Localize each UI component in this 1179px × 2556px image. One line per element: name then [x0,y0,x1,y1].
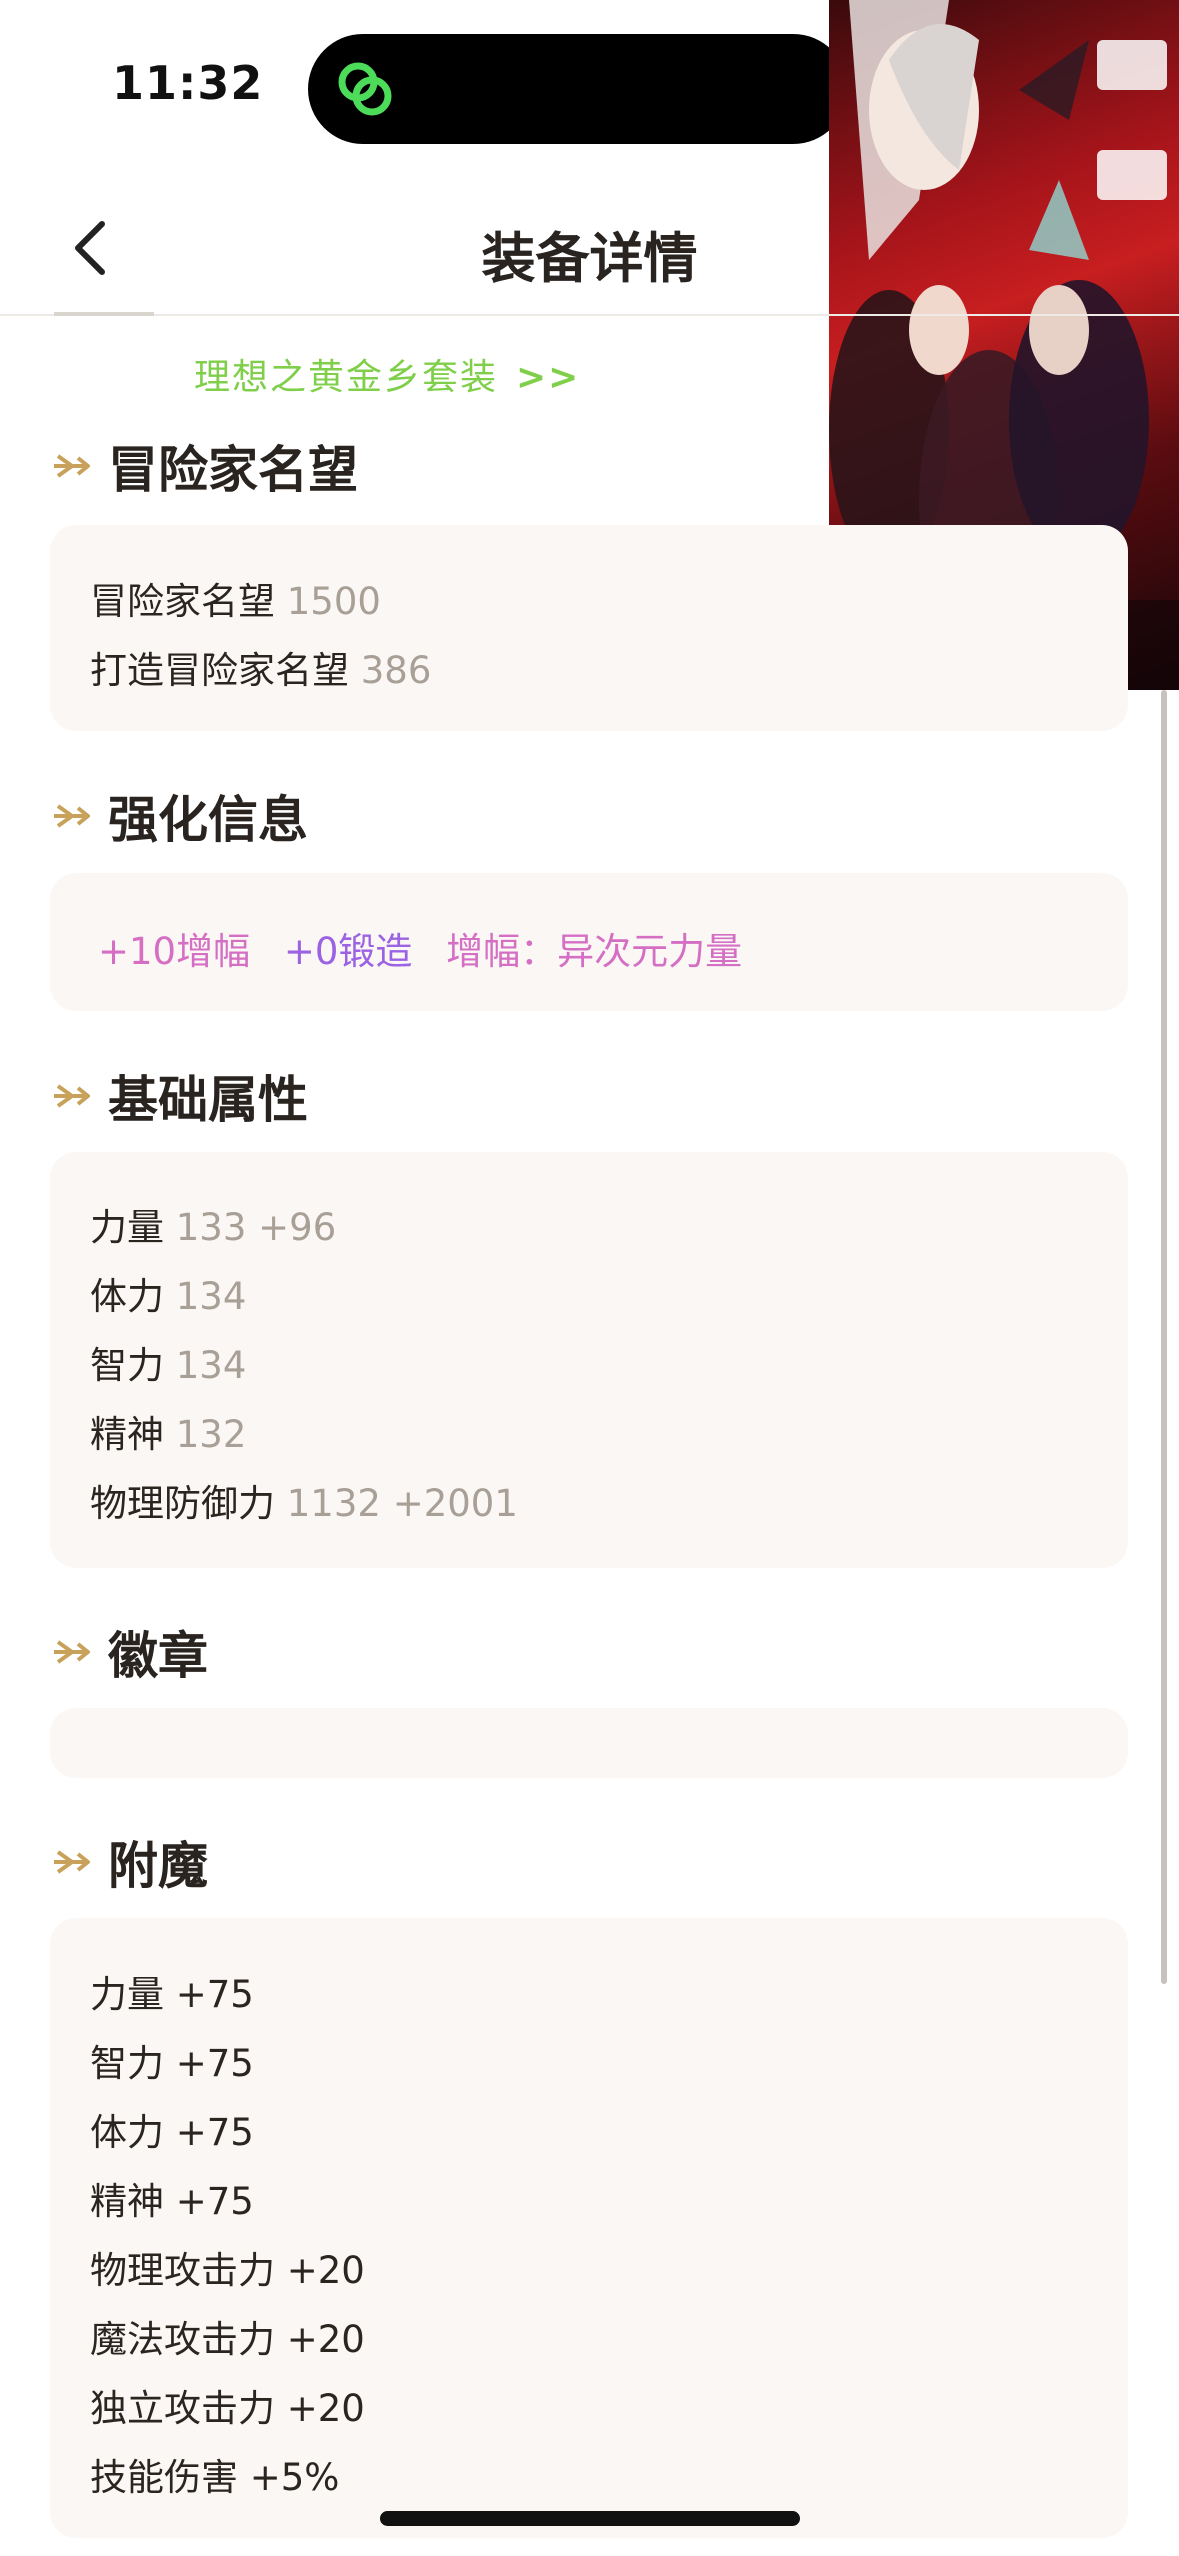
stat-label: 物理防御力 [90,1482,275,1525]
stat-label: 精神 [90,1413,164,1456]
enhance-card: +10增幅 +0锻造 增幅：异次元力量 [50,873,1128,1011]
arrow-right-icon [54,454,90,478]
stat-value: 386 [360,649,432,692]
enchant-row: 体力 +75 [90,2111,254,2154]
enhance-forge: +0锻造 [283,930,413,973]
stat-value: 1500 [286,580,381,623]
stat-value: 134 [175,1275,247,1318]
arrow-right-icon [54,1850,90,1874]
arrow-right-icon [54,1640,90,1664]
section-header-emblem: 徽章 [50,1616,208,1688]
dynamic-island[interactable] [308,34,848,144]
enchant-row: 物理攻击力 +20 [90,2249,365,2292]
enchant-card: 力量 +75 智力 +75 体力 +75 精神 +75 物理攻击力 +20 魔法… [50,1918,1128,2538]
stat-row: 精神 132 [90,1404,246,1458]
stat-label: 体力 [90,1275,164,1318]
stat-row: 冒险家名望 1500 [90,571,381,625]
stat-label: 冒险家名望 [90,580,275,623]
section-title: 冒险家名望 [108,441,358,499]
arrow-right-icon [54,1084,90,1108]
scrollbar[interactable] [1161,690,1167,1984]
nav-header: 装备详情 [0,180,1179,316]
base-attributes-card: 力量 133 +96 体力 134 智力 134 精神 132 物理防御力 11… [50,1152,1128,1568]
page-title: 装备详情 [481,227,698,290]
link-rings-icon [338,62,392,116]
stat-value: 134 [175,1344,247,1387]
enchant-row: 独立攻击力 +20 [90,2387,365,2430]
section-header-fame: 冒险家名望 [50,430,358,502]
set-link-label: 理想之黄金乡套装 [194,357,499,398]
section-title: 基础属性 [108,1071,308,1129]
stat-label: 力量 [90,1206,164,1249]
stat-label: 智力 [90,1344,164,1387]
section-title: 徽章 [108,1627,208,1685]
stat-value: 133 +96 [175,1206,337,1249]
fame-card: 冒险家名望 1500 打造冒险家名望 386 [50,525,1128,731]
stat-row: 打造冒险家名望 386 [90,640,431,694]
stat-row: 物理防御力 1132 +2001 [90,1473,518,1527]
enhance-info: +10增幅 +0锻造 增幅：异次元力量 [98,921,764,975]
stat-value: 132 [175,1413,247,1456]
enchant-row: 智力 +75 [90,2042,254,2085]
enhance-amplify-type: 增幅：异次元力量 [446,930,743,973]
section-header-enchant: 附魔 [50,1826,208,1898]
double-chevron-right-icon: >> [516,357,581,398]
section-title: 附魔 [108,1837,208,1895]
stat-row: 体力 134 [90,1266,246,1320]
home-indicator[interactable] [380,2511,800,2526]
status-time: 11:32 [112,56,264,110]
emblem-card [50,1708,1128,1778]
stat-row: 智力 134 [90,1335,246,1389]
enchant-row: 力量 +75 [90,1973,254,2016]
enchant-row: 魔法攻击力 +20 [90,2318,365,2361]
enhance-amplify: +10增幅 [98,930,251,973]
section-title: 强化信息 [108,791,308,849]
arrow-right-icon [54,804,90,828]
tab-underline [54,312,154,316]
enchant-row: 技能伤害 +5% [90,2456,340,2499]
stat-row: 力量 133 +96 [90,1197,336,1251]
enchant-row: 精神 +75 [90,2180,254,2223]
section-header-enhance: 强化信息 [50,780,308,852]
set-link[interactable]: 理想之黄金乡套装 >> [194,348,580,400]
section-header-base: 基础属性 [50,1060,308,1132]
stat-value: 1132 +2001 [286,1482,518,1525]
stat-label: 打造冒险家名望 [90,649,349,692]
